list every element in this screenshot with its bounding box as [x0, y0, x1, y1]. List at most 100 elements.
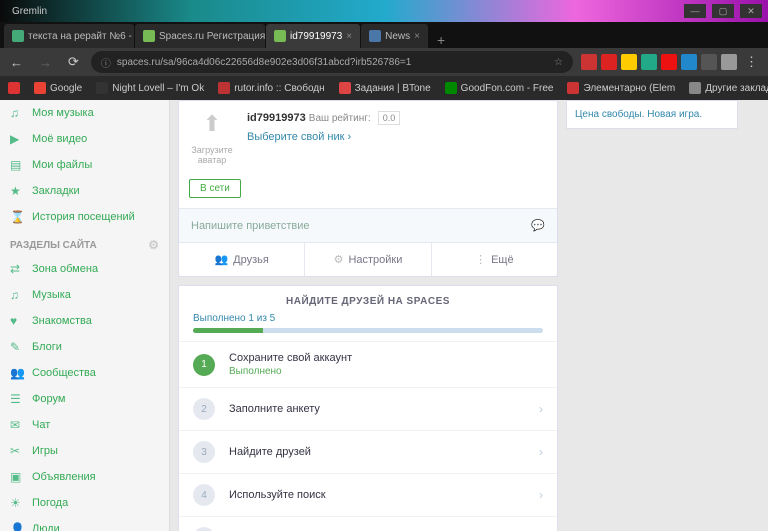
sidebar-item[interactable]: ♫Музыка [0, 282, 169, 308]
ext-icon[interactable] [701, 54, 717, 70]
step-number: 5 [193, 527, 215, 531]
right-column: Цена свободы. Новая игра. [566, 100, 738, 531]
avatar-upload[interactable]: ⬆ Загрузите аватар [189, 111, 235, 165]
sidebar-item[interactable]: ♫Моя музыка [0, 100, 169, 126]
browser-tab[interactable]: id79919973× [266, 24, 360, 48]
ext-icon[interactable] [601, 54, 617, 70]
sidebar-item[interactable]: ✂Игры [0, 438, 169, 464]
browser-tab[interactable]: News× [361, 24, 428, 48]
step-label: Заполните анкету [229, 403, 525, 415]
bookmark-label: GoodFon.com - Free [461, 83, 554, 94]
step-sublabel: Выполнено [229, 366, 543, 377]
bookmark-icon [34, 82, 46, 94]
browser-tabs: текста на рерайт №6 - ×Spaces.ru Регистр… [0, 22, 768, 48]
onboarding-step[interactable]: 1 Сохраните свой аккаунтВыполнено [179, 341, 557, 387]
greeting-input[interactable]: Напишите приветствие 💬 [179, 208, 557, 242]
tab-icon: 👥 [214, 253, 228, 266]
tab-close-icon[interactable]: × [346, 31, 352, 42]
tab-label: текста на рерайт №6 - [28, 31, 132, 42]
upload-icon: ⬆ [196, 111, 228, 143]
ext-icon[interactable] [581, 54, 597, 70]
onboarding-step[interactable]: 2Заполните анкету› [179, 387, 557, 430]
sidebar-item-icon: ★ [10, 184, 24, 198]
ext-icon[interactable] [721, 54, 737, 70]
globe-icon: ⓘ [101, 55, 111, 70]
sidebar-item[interactable]: ⇄Зона обмена [0, 256, 169, 282]
bookmark-item[interactable]: Night Lovell – I'm Ok [96, 82, 204, 94]
close-button[interactable]: ✕ [740, 4, 762, 18]
gear-icon[interactable]: ⚙ [148, 238, 159, 252]
sidebar-item[interactable]: ⌛ История посещений [0, 204, 169, 230]
sidebar-item[interactable]: ✎Блоги [0, 334, 169, 360]
right-panel-link[interactable]: Цена свободы. Новая игра. [566, 100, 738, 129]
yandex-icon[interactable] [8, 82, 20, 94]
sidebar-item-label: Закладки [32, 185, 80, 197]
sidebar-item[interactable]: ▣Объявления [0, 464, 169, 490]
url-input[interactable]: ⓘ spaces.ru/sa/96ca4d06c22656d8e902e3d06… [91, 51, 573, 73]
rating-value: 0.0 [378, 111, 401, 125]
browser-tab[interactable]: Spaces.ru Регистрация× [135, 24, 265, 48]
profile-tab[interactable]: 👥Друзья [179, 243, 305, 276]
onboarding-step[interactable]: 5Пригласите друзей› [179, 516, 557, 531]
sidebar-item[interactable]: ☰Форум [0, 386, 169, 412]
sidebar-item-icon: ▣ [10, 470, 24, 484]
sidebar-item-label: Погода [32, 497, 68, 509]
sidebar-item-icon: ⌛ [10, 210, 24, 224]
new-tab-button[interactable]: + [429, 32, 453, 48]
profile-card: ⬆ Загрузите аватар id79919973 Ваш рейтин… [178, 100, 558, 277]
sidebar-item[interactable]: ▶Моё видео [0, 126, 169, 152]
bookmark-star-icon[interactable]: ☆ [554, 57, 563, 68]
progress-bar [193, 328, 543, 333]
step-label: Сохраните свой аккаунтВыполнено [229, 352, 543, 377]
tab-icon: ⋮ [475, 253, 486, 266]
bookmark-item[interactable]: Задания | BTone [339, 82, 431, 94]
minimize-button[interactable]: — [684, 4, 706, 18]
sidebar-item[interactable]: ♥Знакомства [0, 308, 169, 334]
reload-button[interactable]: ⟳ [64, 54, 83, 70]
sidebar-item[interactable]: ☀ Погода [0, 490, 169, 516]
sidebar: ♫Моя музыка▶Моё видео▤Мои файлы ★ Закладки… [0, 100, 170, 531]
onboarding-step[interactable]: 3Найдите друзей› [179, 430, 557, 473]
ext-icon[interactable] [641, 54, 657, 70]
sidebar-item-label: Знакомства [32, 315, 92, 327]
url-text: spaces.ru/sa/96ca4d06c22656d8e902e3d06f3… [117, 57, 411, 68]
avatar-label: Загрузите аватар [189, 145, 235, 165]
sidebar-section-header: РАЗДЕЛЫ САЙТА⚙ [0, 230, 169, 256]
sidebar-item-icon: ▶ [10, 132, 24, 146]
bookmark-item[interactable]: Другие закладки [689, 82, 768, 94]
onboarding-step[interactable]: 4Используйте поиск› [179, 473, 557, 516]
sidebar-item-label: История посещений [32, 211, 135, 223]
sidebar-item-icon: ♫ [10, 106, 24, 120]
sidebar-item-icon: ☀ [10, 496, 24, 510]
maximize-button[interactable]: ▢ [712, 4, 734, 18]
browser-tab[interactable]: текста на рерайт №6 - × [4, 24, 134, 48]
main-area: ⬆ Загрузите аватар id79919973 Ваш рейтин… [170, 100, 768, 531]
step-number: 1 [193, 354, 215, 376]
bookmark-item[interactable]: GoodFon.com - Free [445, 82, 554, 94]
profile-tab[interactable]: ⚙Настройки [305, 243, 431, 276]
sidebar-item[interactable]: 👥Сообщества [0, 360, 169, 386]
progress-text: Выполнено 1 из 5 [193, 313, 543, 324]
bookmark-item[interactable]: rutor.info :: Свободн [218, 82, 324, 94]
back-button[interactable]: ← [6, 55, 27, 70]
profile-tab[interactable]: ⋮Ещё [432, 243, 557, 276]
tab-label: Spaces.ru Регистрация [159, 31, 265, 42]
menu-icon[interactable]: ⋮ [741, 54, 762, 70]
forward-button[interactable]: → [35, 55, 56, 70]
ext-icon[interactable] [681, 54, 697, 70]
sidebar-item-icon: ⇄ [10, 262, 24, 276]
bookmark-label: Задания | BTone [355, 83, 431, 94]
sidebar-item[interactable]: ▤Мои файлы [0, 152, 169, 178]
find-friends-title: НАЙДИТЕ ДРУЗЕЙ НА SPACES [179, 286, 557, 313]
ext-icon[interactable] [621, 54, 637, 70]
sidebar-item[interactable]: ✉Чат [0, 412, 169, 438]
choose-nick-link[interactable]: Выберите свой ник › [247, 131, 351, 143]
sidebar-item[interactable]: ★ Закладки [0, 178, 169, 204]
bookmark-item[interactable]: Google [34, 82, 82, 94]
tab-close-icon[interactable]: × [414, 31, 420, 42]
chevron-right-icon: › [539, 402, 543, 416]
step-label: Используйте поиск [229, 489, 525, 501]
ext-icon[interactable] [661, 54, 677, 70]
sidebar-item[interactable]: 👤Люди [0, 516, 169, 531]
bookmark-item[interactable]: Элементарно (Elem [567, 82, 675, 94]
